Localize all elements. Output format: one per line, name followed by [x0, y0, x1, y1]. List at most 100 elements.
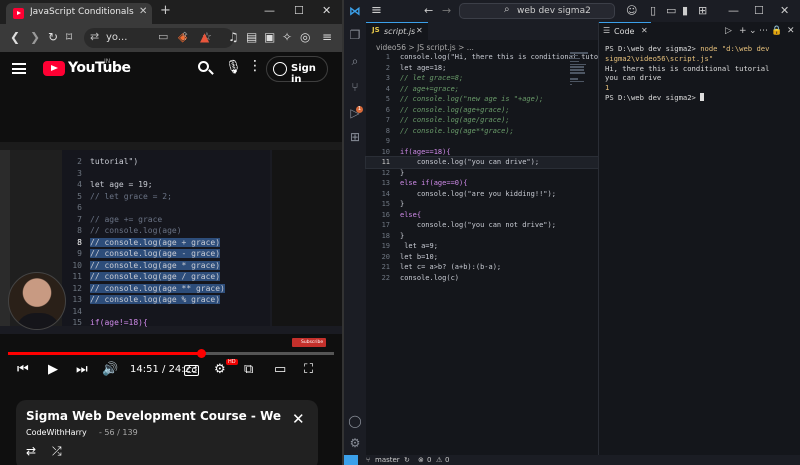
minimize-button[interactable]: —: [264, 4, 275, 17]
browser-menu-icon[interactable]: ≡: [322, 30, 332, 44]
customize-layout-icon[interactable]: ⊞: [698, 4, 707, 17]
code-line[interactable]: 17 console.log("you can not drive");: [366, 220, 598, 231]
accounts-icon[interactable]: ◯: [348, 414, 362, 428]
panel-tab-close-icon[interactable]: ✕: [641, 26, 648, 35]
code-line[interactable]: 10 if(age==18){: [366, 147, 598, 158]
media-icon[interactable]: ♫: [228, 30, 239, 44]
code-line[interactable]: 5 // console.log("new age is "+age);: [366, 94, 598, 105]
error-count[interactable]: 0: [427, 455, 431, 465]
run-debug-icon[interactable]: ▷: [348, 106, 362, 120]
code-line[interactable]: 16 else{: [366, 210, 598, 221]
copilot-icon[interactable]: ☺: [626, 4, 637, 17]
terminal-dropdown-icon[interactable]: ⌄: [749, 26, 757, 36]
tab-close-icon[interactable]: ✕: [139, 6, 147, 17]
code-line[interactable]: 21 let c= a>b? (a+b):(b-a);: [366, 262, 598, 273]
microphone-icon[interactable]: 🎙: [225, 60, 242, 75]
explorer-icon[interactable]: ❐: [348, 28, 362, 42]
guide-menu-icon[interactable]: [12, 63, 26, 74]
hamburger-menu-icon[interactable]: ≡: [371, 3, 382, 18]
remote-indicator-icon[interactable]: [344, 455, 358, 465]
theater-mode-icon[interactable]: ▭: [274, 362, 286, 378]
forward-icon[interactable]: ❯: [30, 30, 40, 44]
maximize-button[interactable]: ☐: [754, 4, 764, 17]
new-terminal-icon[interactable]: +: [739, 26, 747, 36]
minimize-button[interactable]: —: [728, 4, 739, 17]
sync-icon[interactable]: ↻: [404, 455, 410, 465]
address-bar[interactable]: ⇄ yo... ▭ ⇪ ☆: [84, 28, 234, 48]
close-window-button[interactable]: ✕: [322, 4, 331, 17]
subscribe-watermark[interactable]: Subscribe: [292, 338, 326, 347]
site-info-icon[interactable]: ⇄: [90, 30, 99, 43]
terminal-output[interactable]: PS D:\web dev sigma2> node "d:\web dev s…: [605, 44, 800, 103]
volume-icon[interactable]: 🔊: [102, 362, 118, 378]
command-center[interactable]: ⌕ web dev sigma2: [459, 3, 615, 19]
cast-icon[interactable]: ▭: [158, 30, 168, 43]
play-icon[interactable]: ▶: [48, 362, 58, 378]
sign-in-button[interactable]: Sign in: [266, 56, 328, 85]
code-line[interactable]: 2 let age=18;: [366, 63, 598, 74]
close-playlist-icon[interactable]: ✕: [292, 410, 305, 428]
code-line[interactable]: 7 // console.log(age/grace);: [366, 115, 598, 126]
playlist-title[interactable]: Sigma Web Development Course - Web Devel…: [26, 409, 281, 423]
playlist-channel[interactable]: CodeWithHarry: [26, 428, 87, 437]
code-line[interactable]: 13 else if(age==0){: [366, 178, 598, 189]
tab-script-js[interactable]: JS script.js ✕: [366, 22, 428, 40]
code-line[interactable]: 6 // console.log(age+grace);: [366, 105, 598, 116]
code-line[interactable]: 18}: [366, 231, 598, 242]
settings-gear-icon[interactable]: ⚙: [214, 362, 226, 378]
code-line[interactable]: 15}: [366, 199, 598, 210]
warning-count[interactable]: 0: [445, 455, 449, 465]
previous-icon[interactable]: ⏮: [17, 362, 29, 378]
close-window-button[interactable]: ✕: [780, 4, 789, 17]
code-line[interactable]: 11 console.log("you can drive");: [365, 156, 599, 169]
reload-icon[interactable]: ↻: [48, 30, 58, 44]
run-code-icon[interactable]: ▷: [725, 26, 732, 36]
manage-gear-icon[interactable]: ⚙: [348, 436, 362, 450]
shuffle-icon[interactable]: ⤮: [52, 444, 62, 459]
code-line[interactable]: 4 // age+=grace;: [366, 84, 598, 95]
youtube-logo-text[interactable]: YouTube: [68, 60, 131, 76]
code-line[interactable]: 1 console.log("Hi, there this is conditio…: [366, 52, 624, 63]
code-line[interactable]: 9: [366, 136, 598, 147]
branch-icon[interactable]: ⑂: [366, 455, 370, 465]
loop-icon[interactable]: ⇄: [26, 444, 36, 458]
branch-name[interactable]: master: [375, 455, 400, 465]
extensions-icon[interactable]: ✧: [282, 30, 292, 44]
nav-back-icon[interactable]: ←: [424, 4, 433, 17]
progress-scrubber[interactable]: [197, 349, 207, 358]
next-icon[interactable]: ⏭: [76, 362, 88, 378]
vpn-icon[interactable]: ◎: [300, 30, 310, 44]
error-icon[interactable]: ⊗: [418, 455, 424, 465]
code-line[interactable]: 8 // console.log(age**grace);: [366, 126, 598, 137]
browser-tab[interactable]: JavaScript Conditionals: if, else, else …: [6, 3, 152, 24]
youtube-logo-icon[interactable]: [43, 61, 65, 76]
brave-rewards-icon[interactable]: ▲: [200, 30, 209, 44]
code-editor[interactable]: 1 console.log("Hi, there this is conditio…: [365, 52, 624, 284]
captions-icon[interactable]: CC: [184, 365, 200, 376]
code-line[interactable]: 14 console.log("are you kidding!!");: [366, 189, 598, 200]
source-control-icon[interactable]: ⑂: [348, 80, 362, 94]
minimap[interactable]: [570, 52, 592, 92]
toggle-secondary-sidebar-icon[interactable]: ▮: [682, 4, 688, 17]
wallet-icon[interactable]: ▣: [264, 30, 275, 44]
video-progress-bar[interactable]: [8, 349, 334, 358]
miniplayer-icon[interactable]: ⧉: [244, 362, 253, 378]
tab-close-icon[interactable]: ✕: [416, 26, 423, 35]
more-actions-icon[interactable]: ⋯: [759, 26, 768, 36]
code-line[interactable]: 20 let b=10;: [366, 252, 598, 263]
warning-icon[interactable]: ⚠: [436, 455, 442, 465]
back-icon[interactable]: ❮: [10, 30, 20, 44]
scroll-lock-icon[interactable]: 🔒: [771, 26, 782, 36]
toggle-panel-icon[interactable]: ▭: [666, 4, 676, 17]
breadcrumb[interactable]: video56 > JS script.js > ...: [376, 43, 474, 52]
code-line[interactable]: 22 console.log(c): [366, 273, 598, 284]
bookmark-icon[interactable]: ⌑: [66, 30, 72, 44]
more-options-icon[interactable]: ⋮: [248, 58, 262, 74]
sidebar-icon[interactable]: ▤: [246, 30, 257, 44]
nav-forward-icon[interactable]: →: [442, 4, 451, 17]
tab-code-output[interactable]: ☰ Code ✕: [599, 22, 651, 40]
code-line[interactable]: 19 let a=9;: [366, 241, 598, 252]
fullscreen-icon[interactable]: ⛶: [304, 362, 313, 378]
brave-shield-icon[interactable]: ◈: [178, 30, 187, 44]
toggle-sidebar-icon[interactable]: ▯: [650, 4, 656, 17]
